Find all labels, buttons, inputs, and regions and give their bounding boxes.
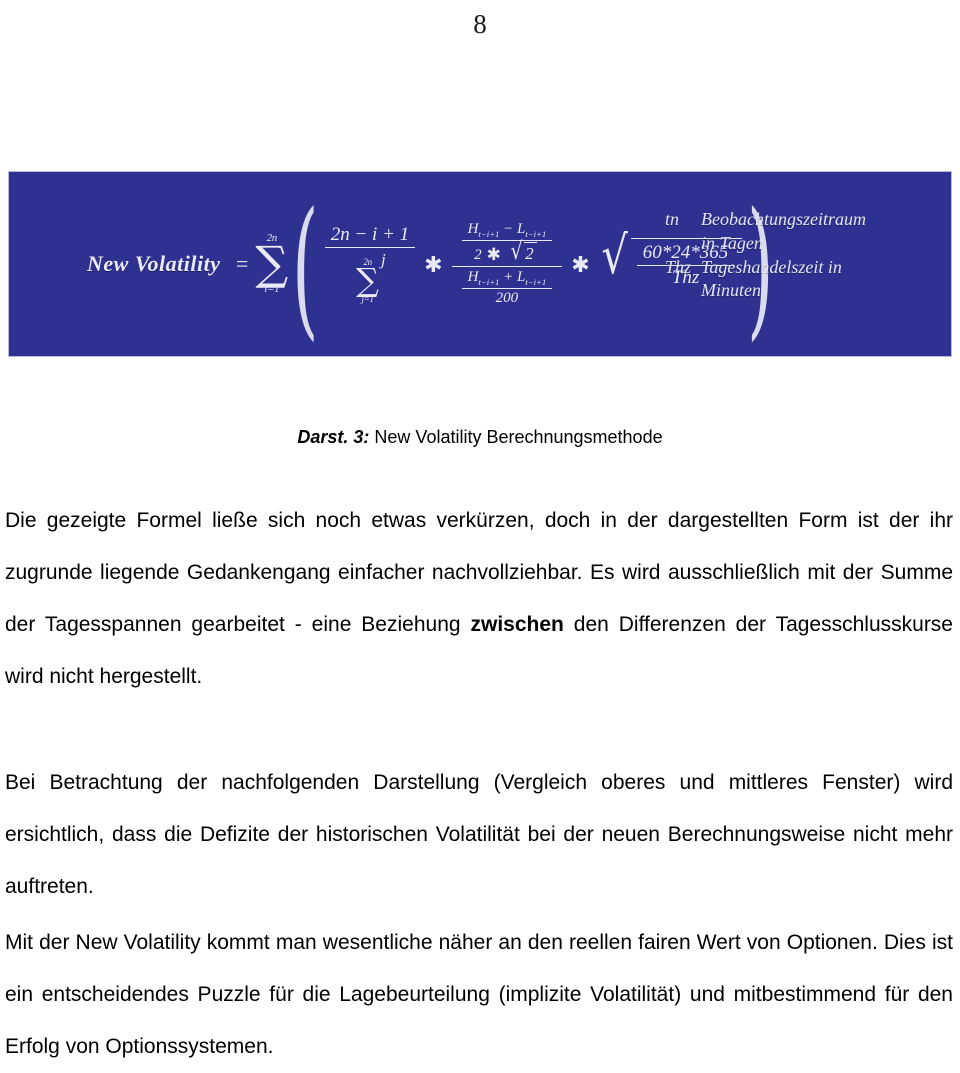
low-subscript: t−i+1 bbox=[525, 228, 547, 239]
midprice-numerator: Ht−i+1 + Lt−i+1 bbox=[461, 268, 553, 289]
midprice-fraction: Ht−i+1 + Lt−i+1 200 bbox=[452, 267, 563, 309]
figure-caption: Darst. 3: New Volatility Berechnungsmeth… bbox=[0, 425, 960, 449]
midprice-denominator: 200 bbox=[495, 290, 519, 306]
paragraph-one: Die gezeigte Formel ließe sich noch etwa… bbox=[5, 495, 953, 703]
formula-equals-sign: = bbox=[234, 251, 250, 276]
paragraph-one-emphasis: zwischen bbox=[470, 613, 564, 636]
multiplication-sign: ✱ bbox=[486, 244, 501, 264]
formula-left-hand-side: New Volatility bbox=[87, 251, 221, 276]
radical-icon: √ bbox=[510, 236, 523, 265]
minus-sign: − bbox=[503, 220, 514, 237]
legend-key: tn bbox=[665, 209, 680, 229]
range-numerator: Ht−i+1 − Lt−i+1 bbox=[461, 220, 553, 241]
weight-numerator: 2n − i + 1 bbox=[324, 223, 416, 249]
high-subscript: t−i+1 bbox=[478, 228, 500, 239]
plus-sign: + bbox=[503, 269, 514, 285]
radicand: 2 bbox=[524, 241, 537, 264]
paragraph-three: Mit der New Volatility kommt man wesentl… bbox=[5, 931, 953, 1058]
inner-summation-lower-limit: j=1 bbox=[361, 293, 374, 304]
multiplication-sign: ✱ bbox=[424, 252, 443, 277]
low-subscript: t−i+1 bbox=[525, 277, 547, 287]
inner-summation-body: j bbox=[381, 250, 386, 270]
paragraph-two: Bei Betrachtung der nachfolgenden Darste… bbox=[5, 771, 953, 898]
legend-value: Tageshandelszeit in bbox=[701, 256, 842, 277]
radical-icon: √ bbox=[600, 226, 628, 287]
weight-fraction: 2n − i + 1 2n ∑ j=1 j bbox=[324, 223, 416, 304]
legend-row: tn Beobachtungszeitraum bbox=[665, 208, 927, 232]
outer-summation: 2n ∑ i=1 bbox=[255, 233, 288, 294]
range-over-midprice-fraction: Ht−i+1 − Lt−i+1 2 ✱ √ 2 Ht−i+1 + Lt−i+1 … bbox=[451, 219, 563, 310]
formula-legend: tn Beobachtungszeitraum in Tagen Thz Tag… bbox=[665, 208, 927, 303]
figure-caption-label: Darst. 3: bbox=[297, 427, 370, 447]
multiplication-sign: ✱ bbox=[571, 252, 590, 277]
midprice-inner-fraction: Ht−i+1 + Lt−i+1 200 bbox=[461, 268, 553, 308]
weight-denominator: 2n ∑ j=1 j bbox=[348, 248, 392, 304]
sigma-icon: ∑ bbox=[255, 236, 289, 291]
formula-figure: New Volatility = 2n ∑ i=1 ( 2n − i + 1 2… bbox=[8, 171, 952, 357]
legend-continuation: in Tagen bbox=[701, 232, 763, 253]
figure-caption-text: New Volatility Berechnungsmethode bbox=[369, 427, 663, 447]
high-subscript: t−i+1 bbox=[478, 277, 500, 287]
outer-summation-lower-limit: i=1 bbox=[264, 282, 280, 295]
range-denominator: 2 ✱ √ 2 bbox=[468, 236, 546, 265]
legend-key: Thz bbox=[665, 256, 692, 277]
range-denominator-factor: 2 bbox=[474, 246, 482, 263]
square-root-two: √ 2 bbox=[509, 236, 537, 265]
range-inner-fraction: Ht−i+1 − Lt−i+1 2 ✱ √ 2 bbox=[461, 220, 553, 265]
legend-continuation: Minuten bbox=[701, 280, 761, 301]
legend-row: Thz Tageshandelszeit in bbox=[665, 256, 927, 280]
high-symbol: H bbox=[467, 220, 479, 237]
inner-summation: 2n ∑ j=1 bbox=[356, 258, 379, 303]
page-number: 8 bbox=[473, 9, 487, 39]
legend-value: Beobachtungszeitraum bbox=[701, 209, 866, 229]
high-symbol: H bbox=[467, 269, 479, 285]
range-fraction: Ht−i+1 − Lt−i+1 2 ✱ √ 2 bbox=[451, 219, 563, 267]
sigma-icon: ∑ bbox=[356, 261, 379, 300]
